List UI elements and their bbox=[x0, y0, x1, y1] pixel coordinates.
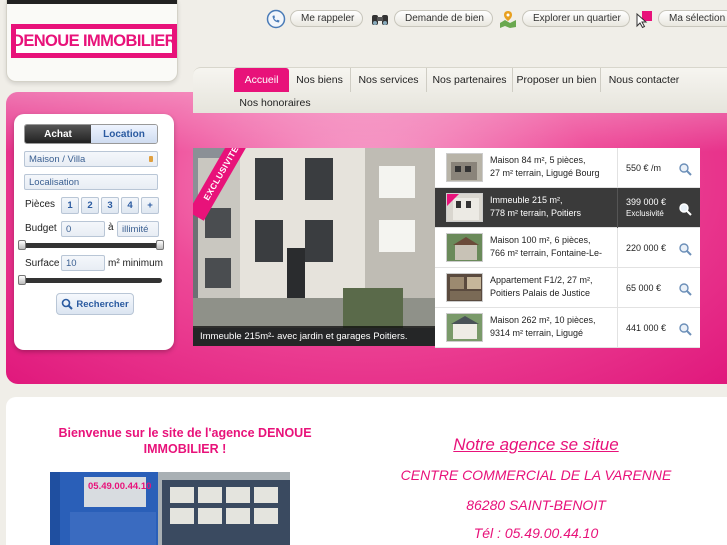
zoom-icon[interactable] bbox=[678, 321, 692, 336]
location-placeholder: Localisation bbox=[29, 176, 80, 188]
transaction-tabs: Achat Location bbox=[24, 124, 158, 144]
surface-input[interactable]: 10 bbox=[61, 255, 105, 271]
agency-title: Notre agence se situe bbox=[453, 435, 619, 454]
budget-max-value: illimité bbox=[122, 223, 149, 235]
welcome-heading: Bienvenue sur le site de l'agence DENOUE… bbox=[58, 426, 312, 456]
callback-link[interactable]: Me rappeler bbox=[266, 8, 364, 29]
explore-district-link[interactable]: Explorer un quartier bbox=[498, 8, 630, 29]
listing-description: Maison 100 m², 6 pièces, 766 m² terrain, … bbox=[490, 235, 603, 258]
main-nav: Accueil Nos biens Nos services Nos parte… bbox=[193, 67, 727, 113]
budget-max-input[interactable]: illimité bbox=[117, 221, 159, 237]
listing-price: 550 € /m bbox=[617, 148, 669, 188]
nav-item-accueil[interactable]: Accueil bbox=[234, 68, 289, 92]
nav-item-nos-services[interactable]: Nos services bbox=[351, 68, 427, 92]
phone-icon bbox=[266, 9, 286, 29]
budget-slider[interactable] bbox=[18, 240, 164, 250]
nav-item-proposer-un-bien[interactable]: Proposer un bien bbox=[513, 68, 601, 92]
budget-min-input[interactable]: 0 bbox=[61, 221, 105, 237]
listing-thumbnail bbox=[446, 273, 483, 302]
surface-value: 10 bbox=[66, 257, 77, 269]
nav-item-nos-partenaires[interactable]: Nos partenaires bbox=[427, 68, 513, 92]
budget-slider-max-handle[interactable] bbox=[156, 240, 164, 250]
rooms-option-3[interactable]: 3 bbox=[101, 197, 119, 214]
my-selection-link[interactable]: Ma sélection bbox=[634, 8, 727, 29]
listing-exclusivity-label: Exclusivité bbox=[626, 209, 664, 218]
listing-price: 220 000 € bbox=[617, 228, 669, 268]
surface-slider[interactable] bbox=[18, 275, 162, 285]
callback-label: Me rappeler bbox=[290, 10, 364, 27]
listing-thumbnail bbox=[446, 193, 483, 222]
budget-to-label: à bbox=[108, 222, 114, 233]
nav-item-nos-biens[interactable]: Nos biens bbox=[289, 68, 351, 92]
search-button-label: Rechercher bbox=[76, 298, 129, 310]
logo[interactable]: DENOUE IMMOBILIER bbox=[11, 24, 177, 58]
listing-description: Maison 262 m², 10 pièces, 9314 m² terrain… bbox=[490, 315, 596, 338]
budget-label: Budget bbox=[25, 223, 57, 234]
listing-thumbnail bbox=[446, 153, 483, 182]
building-photo bbox=[193, 148, 435, 346]
logo-text: DENOUE IMMOBILIER bbox=[12, 31, 177, 50]
zoom-icon[interactable] bbox=[678, 201, 692, 216]
listing-thumbnail bbox=[446, 233, 483, 262]
surface-unit: m² minimum bbox=[108, 258, 163, 269]
listing-row[interactable]: Immeuble 215 m², 778 m² terrain, Poitiers… bbox=[435, 188, 700, 228]
zoom-icon[interactable] bbox=[678, 161, 692, 176]
cursor-icon bbox=[634, 9, 654, 29]
listing-row[interactable]: Maison 262 m², 10 pièces, 9314 m² terrain… bbox=[435, 308, 700, 348]
surface-label: Surface bbox=[25, 258, 60, 269]
featured-caption: Immeuble 215m²- avec jardin et garages P… bbox=[193, 326, 435, 346]
rooms-option-more[interactable]: + bbox=[141, 197, 159, 214]
binoculars-icon bbox=[370, 9, 390, 29]
search-panel: Achat Location Maison / Villa Localisati… bbox=[14, 114, 174, 350]
magnifier-icon bbox=[62, 298, 74, 310]
budget-min-value: 0 bbox=[66, 223, 72, 235]
zoom-icon[interactable] bbox=[678, 241, 692, 256]
agency-photo: 05.49.00.44.10 bbox=[50, 472, 290, 545]
nav-item-nos-honoraires[interactable]: Nos honoraires bbox=[234, 91, 316, 115]
listing-description: Appartement F1/2, 27 m², Poitiers Palais … bbox=[490, 275, 593, 298]
main-content: Bienvenue sur le site de l'agence DENOUE… bbox=[6, 397, 727, 545]
listing-price: 441 000 € bbox=[617, 308, 669, 348]
property-request-label: Demande de bien bbox=[394, 10, 493, 27]
listing-row[interactable]: Maison 100 m², 6 pièces, 766 m² terrain, … bbox=[435, 228, 700, 268]
listing-description: Immeuble 215 m², 778 m² terrain, Poitiers bbox=[490, 195, 582, 218]
listing-description: Maison 84 m², 5 pièces, 27 m² terrain, Li… bbox=[490, 155, 600, 178]
logo-box[interactable]: DENOUE IMMOBILIER bbox=[6, 0, 178, 82]
rooms-label: Pièces bbox=[25, 199, 56, 210]
agency-address-line1: CENTRE COMMERCIAL DE LA VARENNE bbox=[400, 467, 672, 483]
tab-achat[interactable]: Achat bbox=[25, 125, 91, 143]
listing-row[interactable]: Appartement F1/2, 27 m², Poitiers Palais … bbox=[435, 268, 700, 308]
rooms-option-1[interactable]: 1 bbox=[61, 197, 79, 214]
rooms-selector: 1 2 3 4 + bbox=[61, 197, 161, 215]
agency-phone: Tél : 05.49.00.44.10 bbox=[473, 525, 599, 541]
property-type-select[interactable]: Maison / Villa bbox=[24, 151, 158, 167]
listing-price: 65 000 € bbox=[617, 268, 669, 308]
explore-district-label: Explorer un quartier bbox=[522, 10, 630, 27]
dropdown-arrow-icon bbox=[149, 156, 153, 162]
tab-location[interactable]: Location bbox=[91, 125, 157, 143]
featured-property-image[interactable]: EXCLUSIVITE Immeuble 215m²- avec jardin … bbox=[193, 148, 435, 346]
my-selection-label: Ma sélection bbox=[658, 10, 727, 27]
search-button[interactable]: Rechercher bbox=[56, 293, 134, 315]
nav-item-nous-contacter[interactable]: Nous contacter bbox=[601, 68, 687, 92]
agency-photo-sign: 05.49.00.44.10 bbox=[88, 481, 152, 492]
location-input[interactable]: Localisation bbox=[24, 174, 158, 190]
property-request-link[interactable]: Demande de bien bbox=[370, 8, 493, 29]
rooms-option-4[interactable]: 4 bbox=[121, 197, 139, 214]
listing-price: 399 000 € Exclusivité bbox=[617, 188, 669, 228]
agency-address-line2: 86280 SAINT-BENOIT bbox=[466, 497, 606, 513]
listing-thumbnail bbox=[446, 313, 483, 342]
budget-slider-min-handle[interactable] bbox=[18, 240, 26, 250]
surface-slider-handle[interactable] bbox=[18, 275, 26, 285]
property-type-value: Maison / Villa bbox=[29, 153, 86, 165]
listings-list: Maison 84 m², 5 pièces, 27 m² terrain, Li… bbox=[435, 148, 700, 348]
map-pin-icon bbox=[498, 9, 518, 29]
rooms-option-2[interactable]: 2 bbox=[81, 197, 99, 214]
zoom-icon[interactable] bbox=[678, 281, 692, 296]
listing-row[interactable]: Maison 84 m², 5 pièces, 27 m² terrain, Li… bbox=[435, 148, 700, 188]
